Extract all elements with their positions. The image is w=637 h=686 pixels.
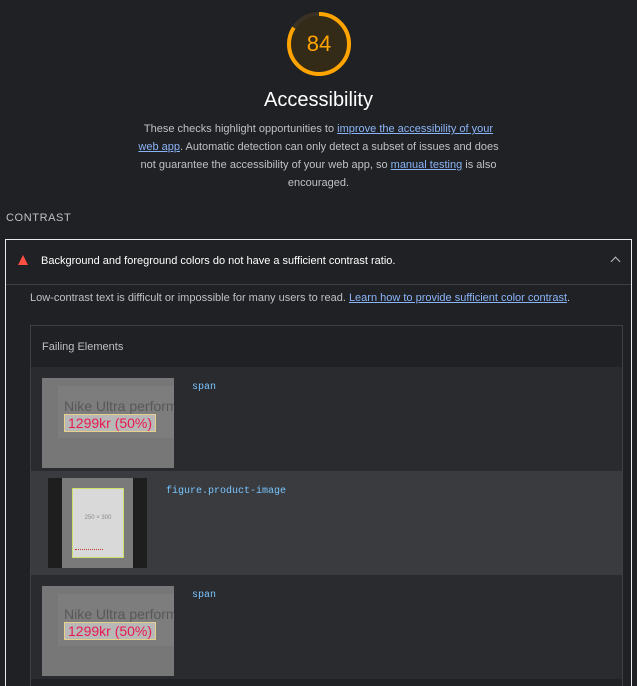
screenshot-marker — [75, 549, 103, 553]
category-description: These checks highlight opportunities to … — [138, 120, 499, 192]
table-row[interactable]: Nike Ultra perform 1299kr (50%) span — [31, 367, 622, 471]
element-selector[interactable]: figure.product-image — [166, 486, 286, 497]
audit-title: Background and foreground colors do not … — [41, 255, 396, 267]
element-screenshot[interactable]: 250 × 300 — [48, 478, 147, 568]
element-screenshot[interactable]: Nike Ultra perform 1299kr (50%) — [42, 586, 174, 676]
audit-description-text: Low-contrast text is difficult or imposs… — [30, 292, 349, 304]
placeholder-size-label: 250 × 300 — [84, 515, 112, 521]
element-selector[interactable]: span — [192, 382, 216, 393]
score-gauge[interactable]: 84 — [286, 11, 352, 77]
contrast-audit: Background and foreground colors do not … — [5, 239, 632, 686]
group-label: CONTRAST — [6, 212, 72, 224]
screenshot-price-text: 1299kr (50%) — [64, 414, 157, 432]
manual-testing-link[interactable]: manual testing — [391, 159, 463, 171]
table-row[interactable]: Nike Ultra perform 1299kr (50%) span — [31, 575, 622, 679]
failing-elements-table: Failing Elements Nike Ultra perform 1299… — [30, 325, 623, 686]
element-selector[interactable]: span — [192, 590, 216, 601]
failing-elements-title: Failing Elements — [42, 341, 124, 353]
screenshot-product-text: Nike Ultra perform — [64, 398, 174, 414]
screenshot-product-text: Nike Ultra perform — [64, 606, 174, 622]
audit-header[interactable]: Background and foreground colors do not … — [6, 240, 631, 285]
table-row[interactable]: 250 × 300 figure.product-image — [31, 471, 622, 575]
element-screenshot[interactable]: Nike Ultra perform 1299kr (50%) — [42, 378, 174, 468]
fail-triangle-icon — [18, 255, 28, 265]
screenshot-price-text: 1299kr (50%) — [64, 622, 157, 640]
chevron-up-icon[interactable] — [610, 256, 621, 267]
lighthouse-report: 84 Accessibility These checks highlight … — [0, 0, 637, 686]
category-title: Accessibility — [264, 89, 373, 111]
audit-description-end: . — [567, 292, 571, 304]
score-value: 84 — [306, 31, 332, 56]
screenshot-image-placeholder: 250 × 300 — [72, 488, 124, 558]
failing-elements-header: Failing Elements — [31, 326, 622, 367]
description-text: These checks highlight opportunities to — [143, 123, 338, 135]
audit-description: Low-contrast text is difficult or imposs… — [30, 292, 620, 304]
learn-contrast-link[interactable]: Learn how to provide sufficient color co… — [349, 292, 567, 304]
